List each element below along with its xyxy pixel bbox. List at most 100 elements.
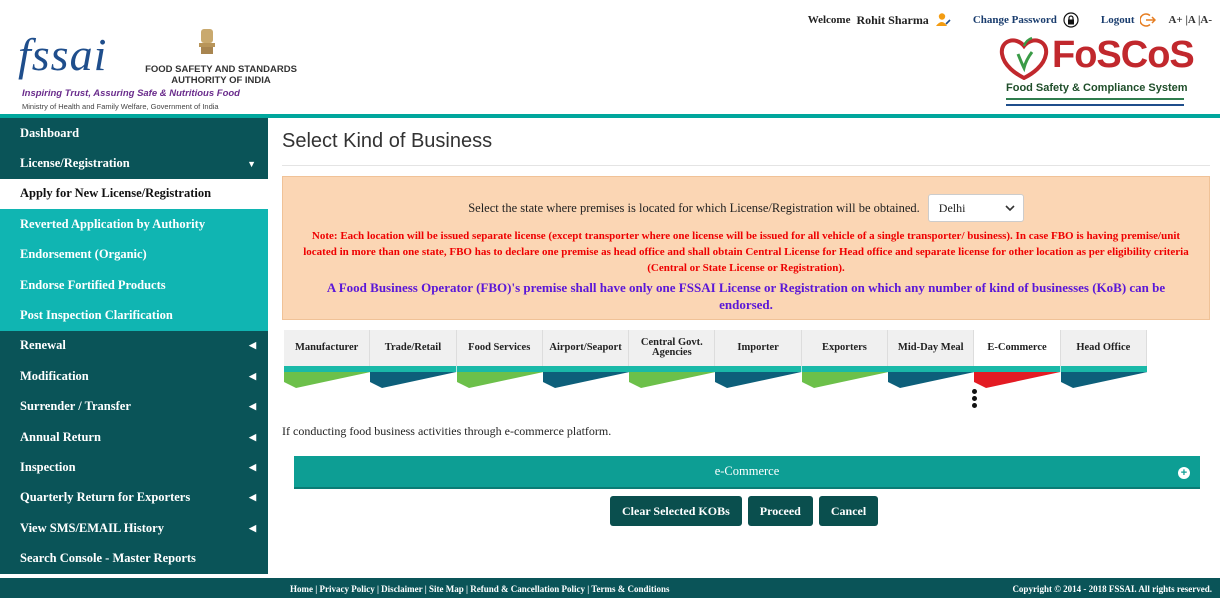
sidebar-item-label: Post Inspection Clarification (20, 308, 173, 323)
caret-down-icon: ▼ (247, 158, 256, 169)
sidebar: Dashboard License/Registration ▼ Apply for … (0, 118, 268, 574)
tab-label: Trade/Retail (370, 330, 457, 366)
note-text: Note: Each location will be issued separ… (303, 230, 1189, 274)
chevron-down-icon (1005, 204, 1015, 211)
tab-manufacturer[interactable]: Manufacturer (284, 330, 371, 410)
caret-left-icon: ◀ (249, 370, 256, 381)
caret-left-icon: ◀ (249, 340, 256, 351)
welcome-label: Welcome (807, 14, 851, 26)
tab-head-office[interactable]: Head Office (1060, 330, 1147, 410)
footer: Home | Privacy Policy | Disclaimer | Sit… (0, 578, 1220, 598)
tab-label: E-Commerce (974, 330, 1061, 366)
fssai-wordmark: fssai (18, 29, 108, 80)
sidebar-item-label: Endorse Fortified Products (20, 277, 166, 292)
notice-panel: Select the state where premises is locat… (282, 176, 1210, 320)
sidebar-item[interactable]: Apply for New License/Registration (0, 178, 268, 210)
page-title: Select Kind of Business (282, 130, 493, 152)
sidebar-item[interactable]: Endorse Fortified Products (0, 269, 268, 301)
tab-importer[interactable]: Importer (715, 330, 802, 410)
tab-central-govt-agencies[interactable]: Central Govt. Agencies (629, 330, 716, 410)
tab-label: Manufacturer (284, 330, 371, 366)
tab-ribbon (801, 366, 889, 388)
sidebar-item[interactable]: Dashboard (0, 118, 268, 149)
caret-left-icon: ◀ (249, 461, 256, 472)
header: fssai FOOD SAFETY AND STANDARDS AUTHORIT… (0, 0, 1220, 118)
state-select[interactable]: Delhi (927, 194, 1024, 222)
foscos-logo[interactable]: FoSCoS Food Safety & Compliance System (998, 34, 1198, 118)
tab-ribbon (974, 366, 1061, 388)
sidebar-item[interactable]: License/Registration ▼ (0, 148, 268, 179)
kob-tabs: Manufacturer Trade/Retail Food Services Air… (284, 330, 1147, 410)
caret-left-icon: ◀ (249, 431, 256, 442)
logout-icon[interactable] (1140, 12, 1157, 28)
sidebar-item-label: Endorsement (Organic) (20, 247, 147, 262)
tab-ribbon (542, 366, 630, 388)
sidebar-item[interactable]: Annual Return ◀ (0, 421, 268, 453)
copyright: Copyright © 2014 - 2018 FSSAI. All right… (1012, 584, 1212, 594)
main-content: Select Kind of Business Select the state… (282, 118, 1210, 526)
caret-left-icon: ◀ (249, 401, 256, 412)
action-buttons: Clear Selected KOBs Proceed Cancel (610, 496, 879, 526)
footer-links[interactable]: Home | Privacy Policy | Disclaimer | Sit… (290, 584, 669, 594)
tab-description: If conducting food business activities t… (282, 424, 612, 438)
accordion-label: e-Commerce (714, 464, 780, 478)
sidebar-item-label: Inspection (20, 459, 76, 474)
sidebar-item-label: Surrender / Transfer (20, 399, 131, 414)
plus-icon[interactable]: + (1178, 467, 1190, 479)
clear-kobs-button[interactable]: Clear Selected KOBs (610, 496, 742, 526)
tab-label: Food Services (456, 330, 543, 366)
info-text: A Food Business Operator (FBO)'s premise… (326, 280, 1166, 312)
sidebar-item[interactable]: View SMS/EMAIL History ◀ (0, 513, 268, 544)
tab-ribbon (370, 366, 457, 388)
sidebar-item[interactable]: Renewal ◀ (0, 330, 268, 362)
tab-ribbon (888, 366, 975, 388)
font-size-controls[interactable]: A+ |A |A- (1168, 14, 1212, 26)
sidebar-item-label: Modification (20, 368, 89, 383)
tab-mid-day-meal[interactable]: Mid-Day Meal (888, 330, 975, 410)
tab-label: Head Office (1060, 330, 1147, 366)
top-user-bar: Welcome Rohit Sharma Change Password Log… (808, 12, 1212, 28)
tab-airport-seaport[interactable]: Airport/Seaport (542, 330, 630, 410)
sidebar-item[interactable]: Endorsement (Organic) (0, 239, 268, 270)
tab-ribbon (715, 366, 802, 388)
sidebar-item[interactable]: Quarterly Return for Exporters ◀ (0, 482, 268, 514)
change-password-link[interactable]: Change Password (973, 14, 1057, 26)
sidebar-item[interactable]: Modification ◀ (0, 361, 268, 392)
logout-link[interactable]: Logout (1101, 14, 1135, 26)
tab-exporters[interactable]: Exporters (801, 330, 889, 410)
tab-ribbon (284, 366, 371, 388)
tab-label: Airport/Seaport (542, 330, 630, 366)
sidebar-item-label: Annual Return (20, 429, 101, 444)
user-edit-icon[interactable] (935, 12, 951, 28)
sidebar-item[interactable]: Inspection ◀ (0, 452, 268, 483)
cancel-button[interactable]: Cancel (818, 496, 879, 526)
lock-icon[interactable] (1063, 12, 1079, 28)
fssai-logo[interactable]: fssai FOOD SAFETY AND STANDARDS AUTHORIT… (18, 26, 297, 116)
state-select-value: Delhi (938, 200, 966, 215)
tab-trade-retail[interactable]: Trade/Retail (370, 330, 457, 410)
sidebar-item[interactable]: Post Inspection Clarification (0, 300, 268, 331)
foscos-underline (1006, 98, 1184, 106)
state-row: Select the state where premises is locat… (283, 194, 1209, 222)
apple-heart-icon (999, 36, 1049, 80)
tab-ribbon (456, 366, 543, 388)
sidebar-item-label: Dashboard (20, 125, 80, 140)
tab-label: Exporters (801, 330, 889, 366)
sidebar-item-label: License/Registration (20, 156, 130, 171)
sidebar-item-label: Reverted Application by Authority (20, 216, 206, 231)
ecommerce-accordion[interactable]: e-Commerce + (294, 456, 1200, 489)
state-prompt: Select the state where premises is locat… (468, 200, 920, 215)
title-divider (282, 165, 1210, 166)
foscos-title: FoSCoS (1052, 34, 1195, 76)
sidebar-item[interactable]: Surrender / Transfer ◀ (0, 391, 268, 422)
tab-ribbon (629, 366, 716, 388)
tab-food-services[interactable]: Food Services (456, 330, 543, 410)
proceed-button[interactable]: Proceed (747, 496, 813, 526)
sidebar-item-label: Renewal (20, 338, 66, 353)
sidebar-item[interactable]: Search Console - Master Reports (0, 543, 268, 574)
sidebar-item[interactable]: Reverted Application by Authority (0, 209, 268, 240)
sidebar-item-label: Search Console - Master Reports (20, 551, 196, 566)
tab-e-commerce[interactable]: E-Commerce (974, 330, 1061, 410)
sidebar-item-label: Apply for New License/Registration (20, 186, 212, 201)
sidebar-item-label: View SMS/EMAIL History (20, 520, 164, 535)
